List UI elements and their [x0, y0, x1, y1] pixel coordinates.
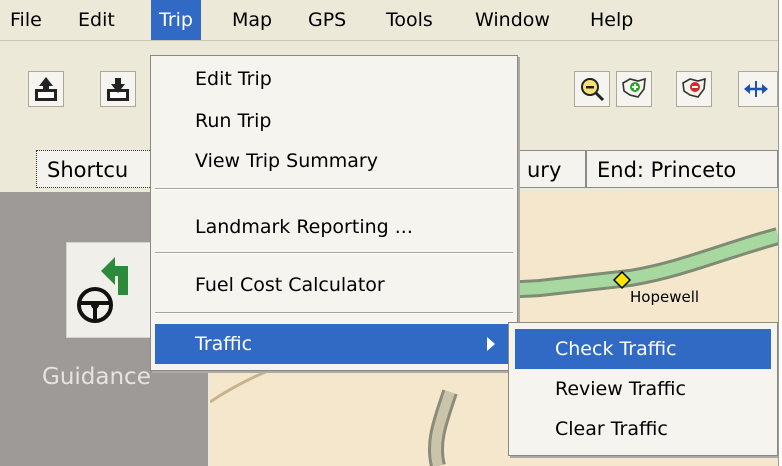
menu-item-edit-trip[interactable]: Edit Trip	[195, 60, 272, 98]
menu-window[interactable]: Window	[467, 0, 558, 40]
clear-traffic-label: Clear Traffic	[555, 418, 668, 440]
guidance-button[interactable]	[66, 242, 156, 338]
add-region-button[interactable]	[616, 71, 652, 107]
pan-icon	[744, 81, 768, 97]
menu-trip[interactable]: Trip	[151, 0, 201, 40]
download-icon	[107, 78, 129, 101]
menu-file[interactable]: File	[2, 0, 50, 40]
menu-separator	[155, 188, 513, 190]
tab-start[interactable]: ury	[516, 150, 586, 188]
add-region-icon	[622, 77, 646, 98]
menu-item-traffic-label: Traffic	[195, 333, 253, 355]
steering-wheel-icon	[77, 257, 128, 323]
submenu-arrow-icon	[487, 337, 495, 351]
menu-item-review-traffic[interactable]: Review Traffic	[515, 369, 771, 409]
review-traffic-label: Review Traffic	[555, 378, 686, 400]
menu-item-check-traffic[interactable]: Check Traffic	[515, 329, 771, 369]
check-traffic-label: Check Traffic	[555, 338, 677, 360]
traffic-submenu: Check Traffic Review Traffic Clear Traff…	[508, 322, 778, 456]
menu-item-fuel-cost-calculator[interactable]: Fuel Cost Calculator	[195, 266, 385, 304]
zoom-out-button[interactable]	[574, 71, 610, 107]
menu-edit[interactable]: Edit	[70, 0, 123, 40]
tab-end[interactable]: End: Princeto	[586, 150, 778, 188]
zoom-out-icon	[581, 78, 605, 102]
menu-item-traffic[interactable]: Traffic	[155, 324, 513, 364]
menu-item-run-trip[interactable]: Run Trip	[195, 102, 271, 140]
pan-button[interactable]	[738, 71, 778, 107]
upload-icon	[35, 77, 57, 101]
city-label: Hopewell	[630, 288, 700, 306]
app-window: File Edit Trip Map GPS Tools Window Help	[0, 0, 779, 466]
upload-button[interactable]	[28, 71, 64, 107]
menu-item-clear-traffic[interactable]: Clear Traffic	[515, 409, 771, 449]
trip-menu: Edit Trip Run Trip View Trip Summary Lan…	[150, 55, 518, 371]
remove-region-button[interactable]	[676, 71, 712, 107]
guidance-label: Guidance	[42, 364, 151, 390]
menu-item-landmark-reporting[interactable]: Landmark Reporting ...	[195, 208, 413, 246]
menu-help[interactable]: Help	[582, 0, 641, 40]
menu-item-view-trip-summary[interactable]: View Trip Summary	[195, 142, 378, 180]
menu-separator	[155, 312, 513, 314]
menu-bar: File Edit Trip Map GPS Tools Window Help	[0, 0, 778, 41]
download-button[interactable]	[100, 71, 136, 107]
menu-map[interactable]: Map	[224, 0, 280, 40]
remove-region-icon	[682, 77, 706, 98]
menu-tools[interactable]: Tools	[378, 0, 441, 40]
menu-gps[interactable]: GPS	[300, 0, 354, 40]
tab-shortcuts[interactable]: Shortcu	[36, 150, 154, 188]
menu-separator	[155, 252, 513, 254]
